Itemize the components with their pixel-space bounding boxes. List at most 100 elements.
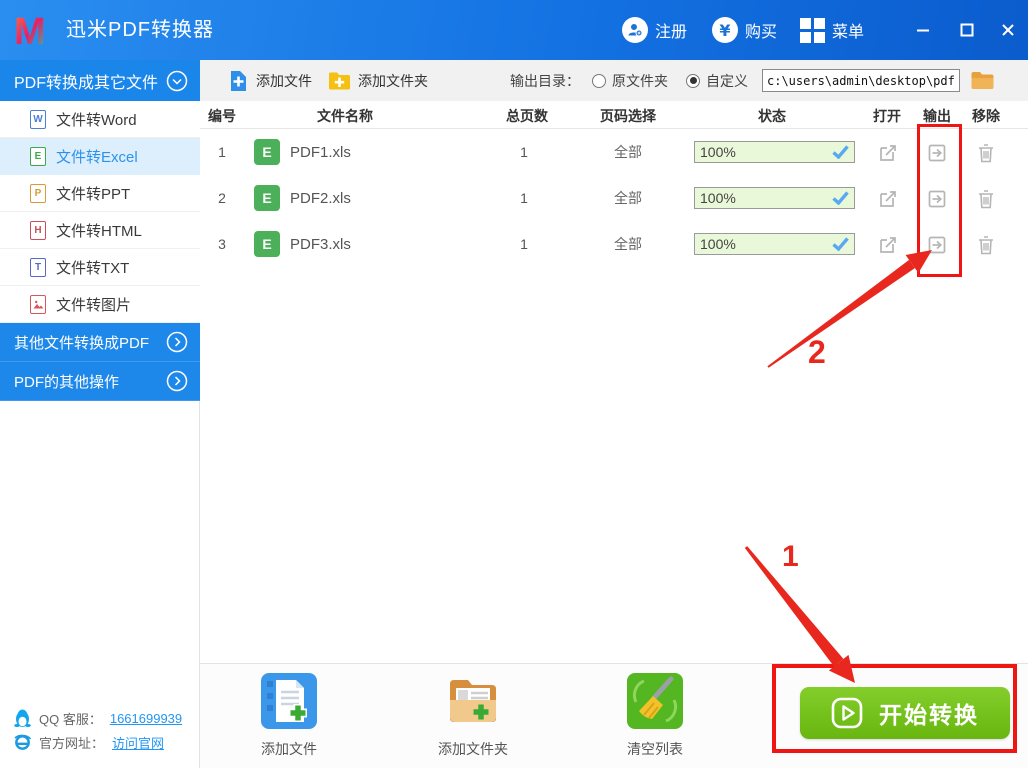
sidebar-item-excel[interactable]: E 文件转Excel (0, 138, 200, 175)
table-row: 2 E PDF2.xls 1 全部 100% (200, 175, 1028, 221)
radio-original-label: 原文件夹 (612, 72, 668, 89)
maximize-button[interactable] (953, 16, 981, 44)
menu-button[interactable]: 菜单 (800, 16, 864, 44)
open-output-button[interactable] (925, 141, 949, 165)
sidebar-group-pdf-other-ops[interactable]: PDF的其他操作 (0, 362, 200, 401)
radio-circle[interactable] (592, 73, 606, 88)
add-file-button[interactable]: 添加文件 (228, 70, 312, 92)
sidebar-item-html[interactable]: H 文件转HTML (0, 212, 200, 249)
main-panel: 添加文件 添加文件夹 输出目录： 原文件夹 自定义 编号 文件名称 (200, 60, 1028, 768)
row-index: 1 (218, 144, 226, 160)
add-file-label: 添加文件 (256, 72, 312, 89)
file-table: 1 E PDF1.xls 1 全部 100% 2 E PDF2.xls 1 全部… (200, 129, 1028, 267)
ppt-file-icon: P (30, 183, 46, 203)
qq-service-label: QQ 客服： (39, 711, 102, 727)
remove-file-button[interactable] (974, 233, 998, 257)
clear-list-button[interactable]: 清空列表 (615, 672, 695, 759)
sidebar-item-image[interactable]: 文件转图片 (0, 286, 200, 323)
col-header-status: 状态 (758, 108, 786, 124)
check-icon (832, 145, 849, 159)
remove-file-button[interactable] (974, 141, 998, 165)
register-user-icon (622, 17, 648, 43)
output-path-input[interactable] (762, 69, 960, 92)
file-name: PDF3.xls (290, 235, 351, 253)
open-file-button[interactable] (876, 141, 900, 165)
table-row: 1 E PDF1.xls 1 全部 100% (200, 129, 1028, 175)
official-site-label: 官方网址： (39, 735, 105, 751)
add-file-big-label: 添加文件 (261, 741, 317, 757)
sidebar-item-word[interactable]: W 文件转Word (0, 101, 200, 138)
buy-button[interactable]: ¥ 购买 (712, 16, 777, 44)
excel-badge-icon: E (254, 231, 280, 257)
add-folder-icon (329, 72, 350, 89)
app-window: M 迅米PDF转换器 注册 ¥ 购买 菜单 PDF转换成其它文件 W 文件转Wo… (0, 0, 1028, 768)
clear-list-broom-icon (627, 673, 683, 729)
col-header-range: 页码选择 (600, 108, 656, 124)
excel-badge-icon: E (254, 185, 280, 211)
clear-list-label: 清空列表 (627, 741, 683, 757)
open-output-button[interactable] (925, 187, 949, 211)
page-count: 1 (520, 190, 528, 206)
progress-bar: 100% (694, 187, 855, 209)
sidebar-item-txt[interactable]: T 文件转TXT (0, 249, 200, 286)
table-row: 3 E PDF3.xls 1 全部 100% (200, 221, 1028, 267)
register-label: 注册 (655, 24, 688, 41)
qq-number-link[interactable]: 1661699939 (110, 711, 182, 726)
image-file-icon (30, 294, 46, 314)
add-file-icon (231, 70, 246, 91)
page-range[interactable]: 全部 (568, 221, 688, 267)
add-folder-label: 添加文件夹 (358, 72, 428, 89)
browse-folder-button[interactable] (970, 70, 995, 91)
sidebar-footer: QQ 客服： 1661699939 官方网址： 访问官网 (14, 706, 182, 754)
trash-icon (979, 236, 993, 255)
minimize-button[interactable] (909, 16, 937, 44)
register-button[interactable]: 注册 (622, 16, 687, 44)
add-folder-big-label: 添加文件夹 (438, 741, 508, 757)
external-link-icon (880, 237, 896, 253)
progress-value: 100% (700, 190, 736, 206)
open-file-button[interactable] (876, 187, 900, 211)
col-header-remove: 移除 (972, 108, 1000, 124)
sidebar-item-ppt[interactable]: P 文件转PPT (0, 175, 200, 212)
page-range[interactable]: 全部 (568, 129, 688, 175)
sidebar-item-label: 文件转HTML (56, 222, 142, 240)
external-link-icon (880, 145, 896, 161)
file-name: PDF1.xls (290, 143, 351, 161)
sidebar-group-other-to-pdf[interactable]: 其他文件转换成PDF (0, 323, 200, 362)
play-icon (831, 697, 863, 729)
col-header-open: 打开 (873, 108, 901, 124)
col-header-name: 文件名称 (317, 108, 373, 124)
check-icon (832, 237, 849, 251)
remove-file-button[interactable] (974, 187, 998, 211)
official-site-link[interactable]: 访问官网 (112, 733, 164, 752)
start-convert-button[interactable]: 开始转换 (800, 687, 1010, 739)
sidebar-item-label: 文件转Word (56, 111, 137, 129)
menu-grid-icon (800, 17, 825, 43)
bottom-bar: 添加文件 添加文件夹 清空列表 开始转换 (200, 663, 1028, 768)
add-folder-big-button[interactable]: 添加文件夹 (433, 672, 513, 759)
radio-custom-folder[interactable]: 自定义 (686, 71, 748, 91)
open-file-button[interactable] (876, 233, 900, 257)
open-output-button[interactable] (925, 233, 949, 257)
add-folder-button[interactable]: 添加文件夹 (328, 71, 428, 91)
add-file-big-button[interactable]: 添加文件 (249, 672, 329, 759)
radio-custom-label: 自定义 (706, 72, 748, 89)
folder-icon (971, 72, 994, 89)
close-button[interactable] (994, 16, 1022, 44)
start-convert-label: 开始转换 (879, 702, 979, 728)
file-name: PDF2.xls (290, 189, 351, 207)
progress-value: 100% (700, 144, 736, 160)
chevron-right-circle-icon (166, 370, 188, 392)
sidebar-group-pdf-to-other[interactable]: PDF转换成其它文件 (0, 60, 200, 101)
titlebar: M 迅米PDF转换器 注册 ¥ 购买 菜单 (0, 0, 1028, 60)
external-link-icon (880, 191, 896, 207)
page-range[interactable]: 全部 (568, 175, 688, 221)
row-index: 2 (218, 190, 226, 206)
progress-bar: 100% (694, 233, 855, 255)
row-index: 3 (218, 236, 226, 252)
excel-badge-icon: E (254, 139, 280, 165)
radio-circle[interactable] (686, 73, 700, 88)
output-arrow-icon (928, 190, 946, 208)
radio-original-folder[interactable]: 原文件夹 (592, 71, 668, 91)
sidebar-group-label: PDF转换成其它文件 (14, 74, 159, 92)
